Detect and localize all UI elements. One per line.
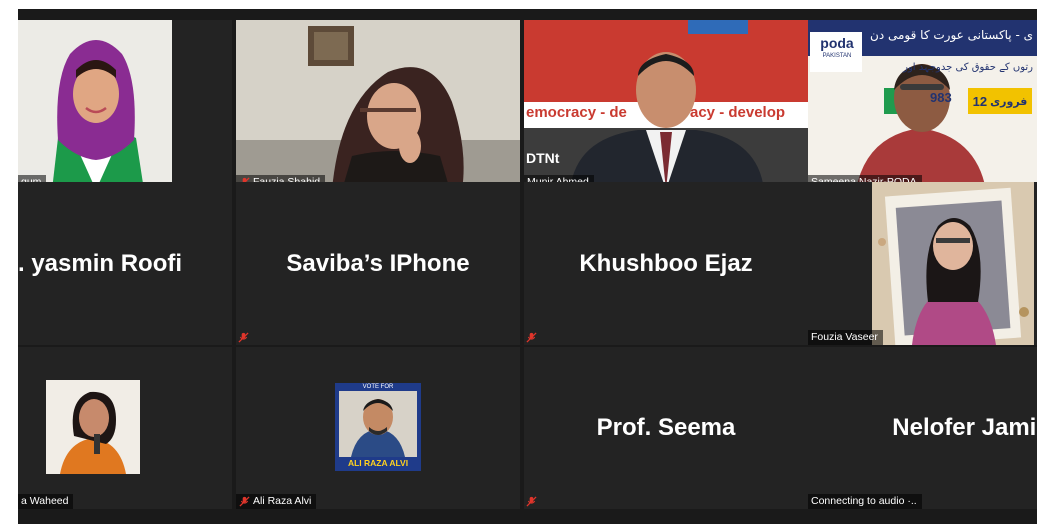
participant-profile-picture: VOTE FOR ALI RAZA ALVI — [335, 383, 421, 471]
participant-profile-picture — [46, 380, 140, 474]
participant-tile-yasmin-roofi[interactable]: . yasmin Roofi — [18, 182, 232, 345]
participant-tile-sameena-nazir-poda[interactable]: poda PAKISTAN ی - پاکستانی عورت کا قومی … — [808, 20, 1037, 190]
participant-name: a Waheed — [21, 495, 69, 507]
connection-status-text: Connecting to audio ·.. — [811, 495, 917, 507]
participant-name-tag: a Waheed — [18, 494, 74, 509]
participant-name-tag: Fouzia Vaseer — [808, 330, 883, 345]
participant-video: emocracy - de acy - develop DTNt — [524, 20, 808, 190]
participant-tile-nelofer-jamil[interactable]: Nelofer Jamil Connecting to audio ·.. — [808, 347, 1037, 509]
poster-name: ALI RAZA ALVI — [347, 458, 409, 468]
participant-display-name: Saviba’s IPhone — [286, 249, 470, 277]
backdrop-banner-text-right: acy - develop — [690, 104, 786, 121]
poda-logo: poda PAKISTAN — [820, 35, 854, 59]
participant-video: poda PAKISTAN ی - پاکستانی عورت کا قومی … — [808, 20, 1037, 190]
banner-title-urdu: ی - پاکستانی عورت کا قومی دن — [870, 28, 1033, 42]
muted-microphone-icon — [239, 496, 250, 507]
participant-tile-munir-ahmed[interactable]: emocracy - de acy - develop DTNt Munir A… — [524, 20, 808, 190]
participant-tile-prof-seema[interactable]: Prof. Seema — [524, 347, 808, 509]
participant-video — [236, 20, 520, 190]
poster-heading: VOTE FOR — [362, 384, 394, 390]
banner-date: 12 فروری — [972, 93, 1028, 109]
participant-name-tag: Ali Raza Alvi — [236, 494, 317, 509]
participant-tile-waheed[interactable]: a Waheed — [18, 347, 232, 509]
muted-microphone-icon — [238, 332, 249, 343]
participant-name: Ali Raza Alvi — [253, 495, 312, 507]
participant-tile-khushboo-ejaz[interactable]: Khushboo Ejaz — [524, 182, 808, 345]
participant-tile-fauzia-shahid[interactable]: Fauzia Shahid — [236, 20, 520, 190]
muted-microphone-icon — [526, 332, 537, 343]
participant-profile-picture — [872, 182, 1034, 345]
participant-display-name: Khushboo Ejaz — [579, 249, 753, 277]
participant-tile-gum[interactable]: gum — [18, 20, 232, 190]
participant-tile-fouzia-vaseer[interactable]: Fouzia Vaseer — [808, 182, 1037, 345]
participant-display-name: Nelofer Jamil — [892, 414, 1037, 441]
participant-tile-savibas-iphone[interactable]: Saviba’s IPhone — [236, 182, 520, 345]
muted-microphone-icon — [526, 496, 537, 507]
participant-display-name: . yasmin Roofi — [18, 249, 183, 277]
banner-year: 983 — [930, 90, 952, 105]
participant-tile-ali-raza-alvi[interactable]: VOTE FOR ALI RAZA ALVI Ali Raza Alvi — [236, 347, 520, 509]
backdrop-logo-text: DTNt — [526, 150, 560, 166]
participant-display-name: Prof. Seema — [596, 414, 736, 441]
meeting-gallery-view: gum Fauzia Shahid — [18, 9, 1037, 524]
backdrop-banner-text-left: emocracy - de — [526, 104, 627, 121]
banner-subtitle-urdu: رتوں کے حقوق کی جدوجہد اور — [903, 62, 1033, 73]
audio-connection-status: Connecting to audio ·.. — [808, 494, 922, 509]
participant-video — [18, 20, 172, 190]
participant-name: Fouzia Vaseer — [811, 331, 878, 343]
